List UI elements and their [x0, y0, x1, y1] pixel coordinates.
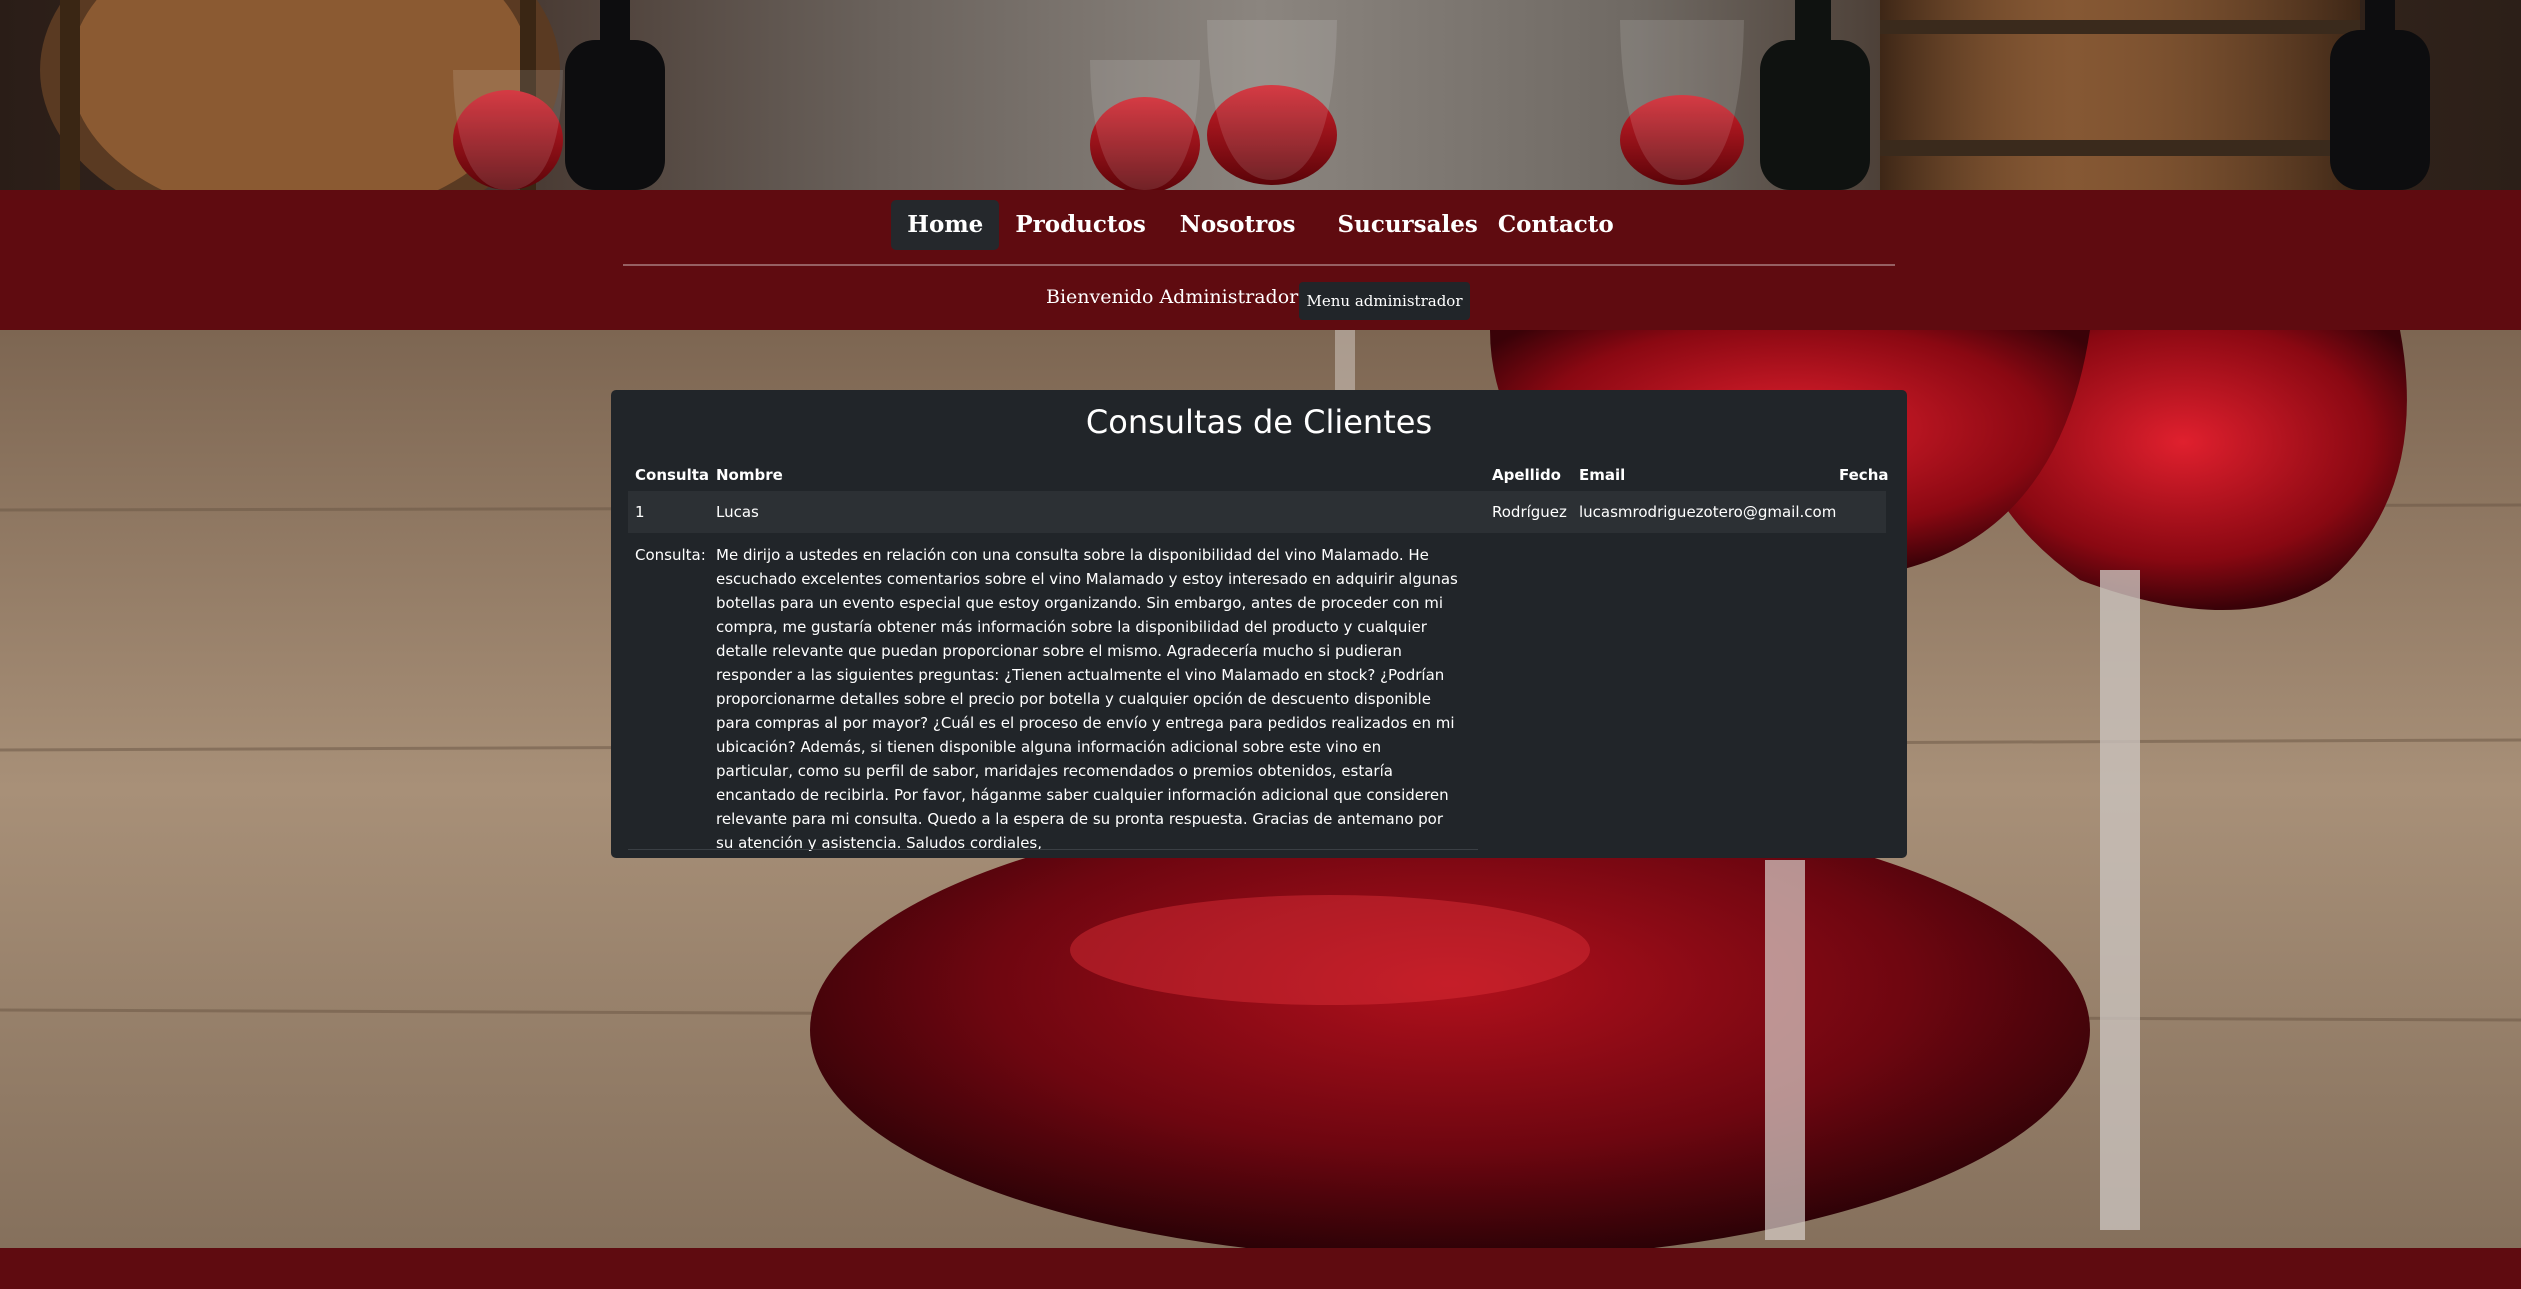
nav-links: Home Productos Nosotros Sucursales Conta… — [0, 200, 2521, 252]
admin-row: Bienvenido Administrador Menu administra… — [0, 282, 2521, 343]
header-fecha: Fecha — [1839, 466, 1889, 484]
cell-apellido: Rodríguez — [1492, 503, 1567, 521]
cell-consulta-id: 1 — [635, 503, 645, 521]
card-title: Consultas de Clientes — [1085, 403, 1433, 441]
nav-item-productos[interactable]: Productos — [999, 200, 1161, 250]
row-divider — [628, 849, 1478, 850]
header-nombre: Nombre — [716, 466, 783, 484]
nav-item-nosotros[interactable]: Nosotros — [1164, 200, 1312, 250]
cell-email: lucasmrodriguezotero@gmail.com — [1579, 503, 1837, 521]
admin-menu-label: Menu administrador — [1306, 292, 1463, 310]
consulta-detail-text: Me dirijo a ustedes en relación con una … — [716, 546, 1458, 852]
nav-item-home[interactable]: Home — [891, 200, 1000, 250]
consultas-card: Consultas de Clientes Consulta Nombre Ap… — [611, 390, 1907, 858]
nav-item-contacto[interactable]: Contacto — [1494, 200, 1630, 250]
footer-bar — [0, 1248, 2521, 1289]
nav-divider — [623, 264, 1895, 266]
header-banner-image — [0, 0, 2521, 190]
cell-nombre: Lucas — [716, 503, 759, 521]
consulta-detail-label: Consulta: — [635, 546, 706, 564]
top-navbar: Home Productos Nosotros Sucursales Conta… — [0, 190, 2521, 343]
nav-item-sucursales[interactable]: Sucursales — [1321, 200, 1493, 250]
header-email: Email — [1579, 466, 1626, 484]
welcome-text: Bienvenido Administrador — [1046, 286, 1299, 308]
admin-menu-dropdown[interactable]: Menu administrador — [1299, 282, 1470, 343]
header-consulta: Consulta — [635, 466, 710, 484]
header-apellido: Apellido — [1492, 466, 1561, 484]
